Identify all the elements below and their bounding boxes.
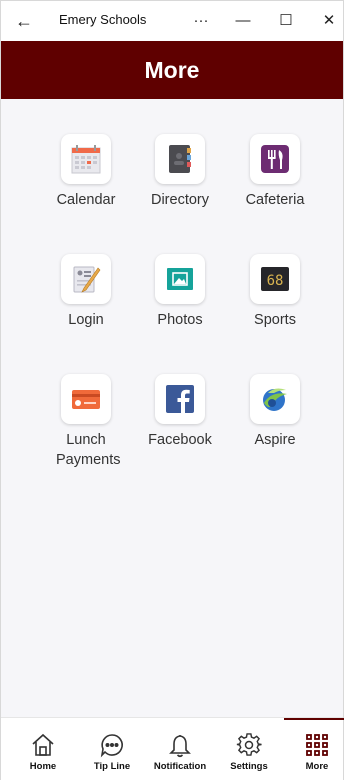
- tab-more[interactable]: More: [283, 718, 344, 782]
- tab-home[interactable]: Home: [9, 718, 77, 782]
- tab-label: More: [305, 761, 329, 772]
- tile-directory[interactable]: Directory: [130, 134, 230, 210]
- tab-label: Home: [29, 761, 57, 772]
- cafeteria-icon: [250, 134, 300, 184]
- app-window: ← Emery Schools ··· — ☐ ✕ More Calendar …: [0, 0, 344, 782]
- sports-icon: 68: [250, 254, 300, 304]
- tab-notification[interactable]: Notification: [146, 718, 214, 782]
- tile-aspire[interactable]: Aspire: [225, 374, 325, 450]
- sports-scoreboard-text: 68: [267, 273, 284, 289]
- tile-label: Calendar: [56, 192, 116, 208]
- bell-icon: [169, 734, 191, 758]
- tile-facebook[interactable]: Facebook: [130, 374, 230, 450]
- back-arrow-icon[interactable]: ←: [15, 10, 39, 32]
- page-title: More: [144, 57, 200, 83]
- selected-tab-indicator: [284, 718, 344, 720]
- tab-settings[interactable]: Settings: [215, 718, 283, 782]
- aspire-icon: [250, 374, 300, 424]
- home-icon: [32, 733, 54, 756]
- tile-calendar[interactable]: Calendar: [36, 134, 136, 210]
- tile-cafeteria[interactable]: Cafeteria: [225, 134, 325, 210]
- facebook-icon: [155, 374, 205, 424]
- tab-tip-line[interactable]: Tip Line: [78, 718, 146, 782]
- tile-sports[interactable]: 68 Sports: [225, 254, 325, 330]
- minimize-button[interactable]: —: [228, 10, 258, 32]
- page-header: More: [1, 41, 343, 99]
- tile-login[interactable]: Login: [36, 254, 136, 330]
- tile-label: Login: [68, 312, 104, 328]
- tile-label: Facebook: [148, 432, 212, 448]
- more-options-icon[interactable]: ···: [186, 10, 216, 32]
- chat-icon: [100, 734, 123, 758]
- tab-label: Settings: [230, 761, 268, 772]
- title-bar: ← Emery Schools ··· — ☐ ✕: [1, 1, 343, 41]
- tile-label: Lunch Payments: [56, 432, 121, 468]
- tile-lunch-payments[interactable]: Lunch Payments: [36, 374, 136, 470]
- photos-icon: [155, 254, 205, 304]
- maximize-button[interactable]: ☐: [271, 10, 301, 32]
- tile-label: Photos: [157, 312, 203, 328]
- tab-label: Tip Line: [93, 761, 131, 772]
- tab-label: Notification: [153, 761, 207, 772]
- tile-label: Cafeteria: [245, 192, 305, 208]
- calendar-icon: [61, 134, 111, 184]
- close-button[interactable]: ✕: [314, 10, 344, 32]
- tile-label: Sports: [254, 312, 296, 328]
- grid-icon: [306, 734, 328, 756]
- more-grid: Calendar Directory Cafeteria Login Photo…: [1, 99, 343, 717]
- tile-label: Aspire: [254, 432, 296, 448]
- tile-photos[interactable]: Photos: [130, 254, 230, 330]
- gear-icon: [236, 733, 262, 756]
- lunch-payments-icon: [61, 374, 111, 424]
- bottom-tab-bar: Home Tip Line Notification Settings More: [1, 717, 344, 782]
- window-title: Emery Schools: [59, 12, 147, 27]
- directory-icon: [155, 134, 205, 184]
- tile-label: Directory: [150, 192, 209, 208]
- login-icon: [61, 254, 111, 304]
